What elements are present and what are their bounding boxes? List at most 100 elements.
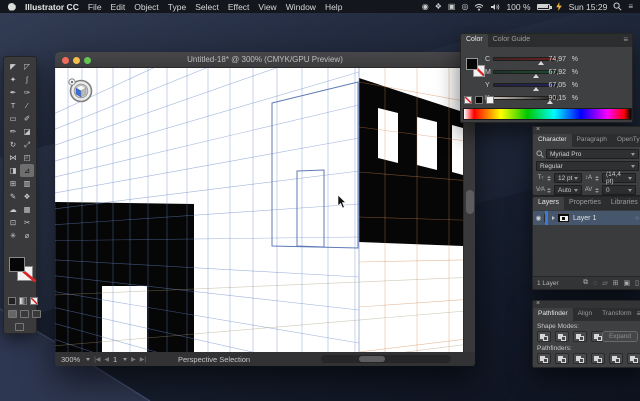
pathfinder-button-5[interactable] xyxy=(609,353,623,364)
graph-tool[interactable]: ▦ xyxy=(20,203,34,216)
menu-window[interactable]: Window xyxy=(286,2,316,12)
menu-edit[interactable]: Edit xyxy=(111,2,126,12)
perspective-grid-tool[interactable]: ⊿ xyxy=(20,164,34,177)
swatch-black[interactable] xyxy=(475,96,483,104)
kerning-stepper[interactable] xyxy=(547,187,551,193)
next-artboard-button[interactable]: ▶ xyxy=(131,356,136,363)
slider-value[interactable]: 67,92 xyxy=(536,69,566,76)
font-style-field[interactable]: Regular xyxy=(536,161,639,171)
fill-stroke-proxy[interactable] xyxy=(4,253,38,293)
new-sublayer-icon[interactable]: ⊞ xyxy=(613,279,619,287)
utility-app-icon[interactable]: ▣ xyxy=(448,2,456,11)
color-mode-button[interactable] xyxy=(8,297,16,305)
pathfinder-button-1[interactable] xyxy=(537,353,551,364)
tracking-field[interactable]: 0 xyxy=(602,185,636,195)
layer-visibility-icon[interactable]: ◉ xyxy=(533,214,545,222)
tab-layers[interactable]: Layers xyxy=(533,197,565,210)
vertical-scrollbar-thumb[interactable] xyxy=(466,190,474,214)
menu-help[interactable]: Help xyxy=(325,2,342,12)
slider-value[interactable]: 74,97 xyxy=(536,56,566,63)
app-menu-title[interactable]: Illustrator CC xyxy=(25,2,79,12)
menu-object[interactable]: Object xyxy=(134,2,159,12)
pathfinder-button-4[interactable] xyxy=(591,353,605,364)
tab-color-guide[interactable]: Color Guide xyxy=(488,34,535,47)
apple-menu-icon[interactable] xyxy=(8,2,16,11)
fill-swatch-black[interactable] xyxy=(9,257,25,272)
eraser-tool[interactable]: ◪ xyxy=(20,125,34,138)
color-panel-menu-icon[interactable]: ≡ xyxy=(623,34,632,47)
menu-file[interactable]: File xyxy=(88,2,102,12)
color-spectrum-bar[interactable] xyxy=(463,108,632,120)
screen-record-icon[interactable]: ◉ xyxy=(422,2,429,11)
first-artboard-button[interactable]: |◀ xyxy=(94,356,100,363)
layer-target-icon[interactable]: ○ xyxy=(635,215,639,222)
eyedropper-tool[interactable]: ✎ xyxy=(6,190,20,203)
wifi-icon[interactable] xyxy=(474,3,484,11)
tab-color[interactable]: Color xyxy=(461,34,488,47)
mesh-tool[interactable]: ⊞ xyxy=(6,177,20,190)
shape-mode-button-3[interactable] xyxy=(573,331,587,342)
color-fill-proxy[interactable] xyxy=(466,58,478,70)
pathfinder-panel-menu-icon[interactable]: ≡ xyxy=(636,308,640,321)
zoom-tool[interactable]: ⌀ xyxy=(20,229,34,242)
pathfinder-button-3[interactable] xyxy=(573,353,587,364)
shape-builder-tool[interactable]: ◨ xyxy=(6,164,20,177)
tab-transform[interactable]: Transform xyxy=(597,308,636,321)
tab-properties[interactable]: Properties xyxy=(564,197,606,210)
layer-row[interactable]: ◉ Layer 1 ○ xyxy=(533,211,640,225)
tab-opentype[interactable]: OpenType xyxy=(612,134,640,147)
last-artboard-button[interactable]: ▶| xyxy=(140,356,146,363)
gradient-mode-button[interactable] xyxy=(19,297,27,305)
gradient-tool[interactable]: ▥ xyxy=(20,177,34,190)
slider-value[interactable]: 90,15 xyxy=(536,95,566,102)
scale-tool[interactable]: ⤢ xyxy=(20,138,34,151)
font-size-field[interactable]: 12 pt xyxy=(554,173,582,183)
lasso-tool[interactable]: ʃ xyxy=(20,73,34,86)
swatch-none[interactable] xyxy=(464,96,472,104)
tab-libraries[interactable]: Libraries xyxy=(606,197,640,210)
menu-type[interactable]: Type xyxy=(168,2,186,12)
tab-paragraph[interactable]: Paragraph xyxy=(572,134,612,147)
round-app-icon[interactable]: ◎ xyxy=(461,2,468,11)
locate-object-icon[interactable]: ◌ xyxy=(593,280,597,287)
tab-pathfinder[interactable]: Pathfinder xyxy=(533,308,573,321)
tab-align[interactable]: Align xyxy=(573,308,597,321)
font-size-stepper[interactable] xyxy=(547,175,551,181)
shape-mode-button-2[interactable] xyxy=(555,331,569,342)
menu-clock[interactable]: Sun 15:29 xyxy=(569,2,608,12)
menu-select[interactable]: Select xyxy=(195,2,219,12)
tracking-stepper[interactable] xyxy=(595,187,599,193)
delete-layer-icon[interactable]: ▯ xyxy=(635,279,639,287)
paintbrush-tool[interactable]: ✐ xyxy=(20,112,34,125)
zoom-dropdown-icon[interactable] xyxy=(86,357,91,361)
hand-tool[interactable]: ✳ xyxy=(6,229,20,242)
type-tool[interactable]: T xyxy=(6,99,20,112)
collect-export-icon[interactable]: ⧉ xyxy=(583,279,588,287)
spotlight-icon[interactable] xyxy=(613,2,622,11)
right-building-window-2[interactable] xyxy=(417,117,437,170)
slice-tool[interactable]: ✂ xyxy=(20,216,34,229)
new-layer-icon[interactable]: ▣ xyxy=(624,279,631,287)
close-panel-icon[interactable]: × xyxy=(536,127,540,133)
pathfinder-button-6[interactable] xyxy=(627,353,640,364)
artboard-canvas[interactable] xyxy=(55,68,463,352)
font-family-field[interactable]: Myriad Pro xyxy=(546,149,639,159)
right-building-window-3[interactable] xyxy=(452,125,463,175)
dropbox-icon[interactable]: ❖ xyxy=(435,2,442,11)
draw-inside-button[interactable] xyxy=(32,310,41,318)
selection-tool[interactable]: ◤ xyxy=(6,60,20,73)
menu-view[interactable]: View xyxy=(258,2,276,12)
tab-character[interactable]: Character xyxy=(533,134,572,147)
horizontal-scrollbar-thumb[interactable] xyxy=(359,356,385,362)
horizontal-scrollbar[interactable] xyxy=(321,355,451,363)
kerning-field[interactable]: Auto xyxy=(554,185,582,195)
free-transform-tool[interactable]: ◰ xyxy=(20,151,34,164)
blend-tool[interactable]: ❖ xyxy=(20,190,34,203)
close-panel-icon[interactable]: × xyxy=(536,301,540,307)
artboard-number[interactable]: 1 xyxy=(113,355,117,364)
draw-normal-button[interactable] xyxy=(8,310,17,318)
zoom-level[interactable]: 300% xyxy=(61,355,80,364)
rectangle-tool[interactable]: ▭ xyxy=(6,112,20,125)
line-segment-tool[interactable]: ∕ xyxy=(20,99,34,112)
right-building-window-1[interactable] xyxy=(378,108,398,163)
